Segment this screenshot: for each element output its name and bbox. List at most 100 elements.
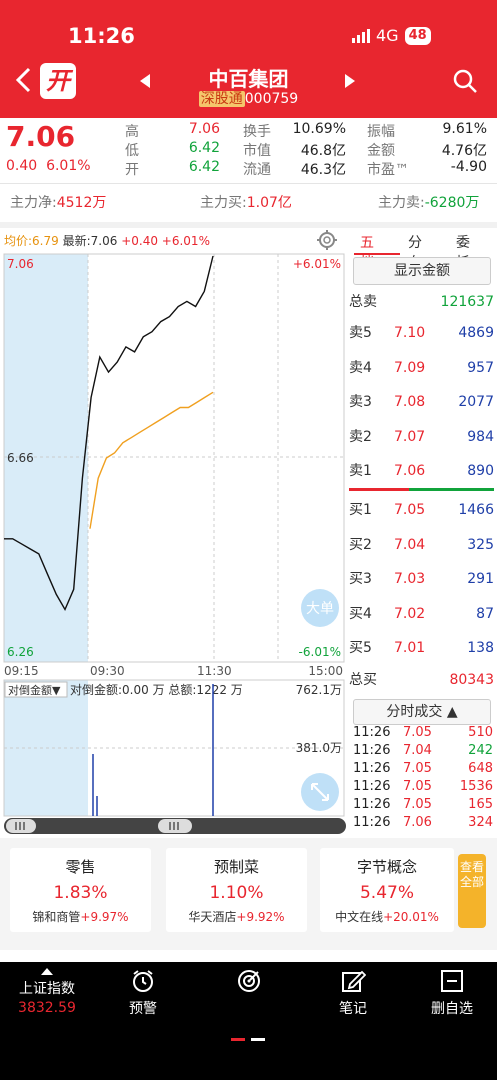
caret-up-icon	[41, 968, 53, 975]
trade-time: 11:26	[353, 725, 391, 740]
intraday-chart[interactable]: 7.06 6.66 6.26 +6.01% -6.01% 大单 09:15 09…	[0, 252, 346, 838]
concept-card[interactable]: 字节概念 5.47% 中文在线+20.01%	[320, 848, 454, 932]
trade-volume: 165	[468, 797, 493, 812]
total-sell-row: 总卖 121637	[349, 294, 494, 310]
ask-row[interactable]: 卖3 7.08 2077	[349, 392, 494, 412]
stat-label: 换手	[243, 124, 271, 140]
next-stock-button[interactable]	[343, 73, 357, 93]
index-value: 3832.59	[18, 1000, 76, 1016]
trade-time: 11:26	[353, 815, 391, 830]
last-price: 7.06	[6, 120, 76, 153]
stat-value: 9.61%	[442, 121, 487, 137]
concept-change: 1.83%	[53, 883, 108, 903]
back-button[interactable]	[14, 66, 32, 100]
index-ticker[interactable]: 上证指数 3832.59	[8, 962, 86, 1016]
alert-label: 预警	[129, 1001, 157, 1017]
stock-code-line: 深股通 000759	[160, 88, 337, 108]
diagnose-button[interactable]	[224, 968, 274, 998]
stat-label: 高	[125, 124, 139, 140]
leading-stock: 中文在线+20.01%	[335, 910, 439, 924]
open-account-logo[interactable]: 开	[40, 63, 76, 99]
remove-watchlist-button[interactable]: 删自选	[424, 968, 480, 1018]
change-value: 0.40	[6, 158, 38, 174]
y-tick-bottom: 6.26	[7, 645, 34, 659]
chevron-left-icon	[15, 67, 31, 93]
stat-label: 市值	[243, 143, 271, 159]
ask-price: 7.06	[394, 463, 426, 479]
main-buy-value: 1.07亿	[246, 195, 292, 211]
concept-change: 1.10%	[209, 883, 264, 903]
search-button[interactable]	[452, 68, 478, 94]
sub-indicator-label: 对倒金额▼	[8, 683, 61, 697]
big-order-button[interactable]: 大单	[301, 589, 339, 627]
bid-level: 买3	[349, 571, 372, 587]
bid-row[interactable]: 买1 7.05 1466	[349, 500, 494, 520]
triangle-right-icon	[345, 74, 355, 88]
show-amount-button[interactable]: 显示金额	[353, 257, 491, 285]
bid-volume: 325	[467, 536, 494, 553]
page-indicator-active	[231, 1038, 245, 1041]
ask-row[interactable]: 卖1 7.06 890	[349, 461, 494, 481]
trade-volume: 242	[468, 743, 493, 758]
pct-tick-bottom: -6.01%	[299, 645, 341, 659]
bid-volume: 138	[467, 640, 494, 656]
bid-level: 买4	[349, 605, 372, 622]
time-sales-toggle[interactable]: 分时成交 ▲	[353, 699, 491, 725]
notes-button[interactable]: 笔记	[328, 968, 378, 1018]
bid-price: 7.01	[394, 640, 426, 656]
expand-chart-button[interactable]	[301, 773, 339, 811]
ask-row[interactable]: 卖4 7.09 957	[349, 358, 494, 378]
page-indicator	[251, 1038, 265, 1041]
concept-card[interactable]: 零售 1.83% 锦和商管+9.97%	[10, 848, 151, 932]
ask-row[interactable]: 卖5 7.10 4869	[349, 323, 494, 343]
stat-label: 流通	[243, 162, 271, 178]
target-icon	[238, 970, 260, 992]
bid-volume: 291	[467, 571, 494, 587]
ask-level: 卖2	[349, 428, 372, 445]
main-net-label: 主力净:4512万	[10, 195, 107, 211]
search-icon	[453, 69, 477, 93]
trade-volume: 1536	[459, 779, 493, 794]
ask-row[interactable]: 卖2 7.07 984	[349, 427, 494, 447]
see-all-button[interactable]: 查看全部	[458, 854, 486, 928]
leading-stock-change: +20.01%	[383, 910, 439, 924]
trade-time: 11:26	[353, 761, 391, 776]
pct-tick-top: +6.01%	[293, 257, 341, 271]
bid-row[interactable]: 买2 7.04 325	[349, 535, 494, 555]
ask-price: 7.07	[394, 428, 426, 445]
ask-volume: 957	[467, 359, 494, 376]
ask-price: 7.09	[394, 359, 426, 376]
notes-label: 笔记	[339, 1001, 367, 1017]
ask-volume: 4869	[458, 325, 494, 341]
concept-card[interactable]: 预制菜 1.10% 华天酒店+9.92%	[166, 848, 307, 932]
bid-row[interactable]: 买4 7.02 87	[349, 604, 494, 624]
stat-value: 46.8亿	[300, 143, 346, 159]
x-tick-0930: 09:30	[90, 664, 125, 678]
alert-button[interactable]: 预警	[118, 968, 168, 1018]
stat-label: 振幅	[367, 124, 395, 140]
slider-handle-right[interactable]	[158, 819, 192, 833]
prev-stock-button[interactable]	[138, 73, 152, 93]
trade-row: 11:26 7.05 510	[353, 724, 493, 742]
stat-label: 低	[125, 143, 139, 159]
bid-row[interactable]: 买5 7.01 138	[349, 638, 494, 658]
slider-handle-left[interactable]	[6, 819, 36, 833]
leading-stock: 华天酒店+9.92%	[188, 910, 285, 924]
trade-row: 11:26 7.04 242	[353, 742, 493, 760]
bid-price: 7.04	[394, 536, 426, 553]
bid-row[interactable]: 买3 7.03 291	[349, 569, 494, 589]
index-name: 上证指数	[19, 981, 75, 997]
total-buy-value: 80343	[449, 672, 494, 688]
trade-price: 7.05	[403, 779, 432, 794]
latest-price-label: 最新:7.06	[62, 234, 118, 248]
stat-label: 金额	[367, 143, 395, 159]
trade-price: 7.05	[403, 725, 432, 740]
stat-value: 6.42	[188, 159, 220, 175]
stat-value: 46.3亿	[300, 162, 346, 178]
y-tick-mid: 6.66	[7, 451, 34, 465]
chart-header: 均价:6.79 最新:7.06 +0.40 +6.01%	[4, 232, 210, 249]
stat-value: 10.69%	[292, 121, 346, 137]
status-time: 11:26	[68, 24, 135, 48]
price-change: 0.40 6.01%	[6, 158, 91, 174]
avg-price-series	[89, 391, 214, 529]
